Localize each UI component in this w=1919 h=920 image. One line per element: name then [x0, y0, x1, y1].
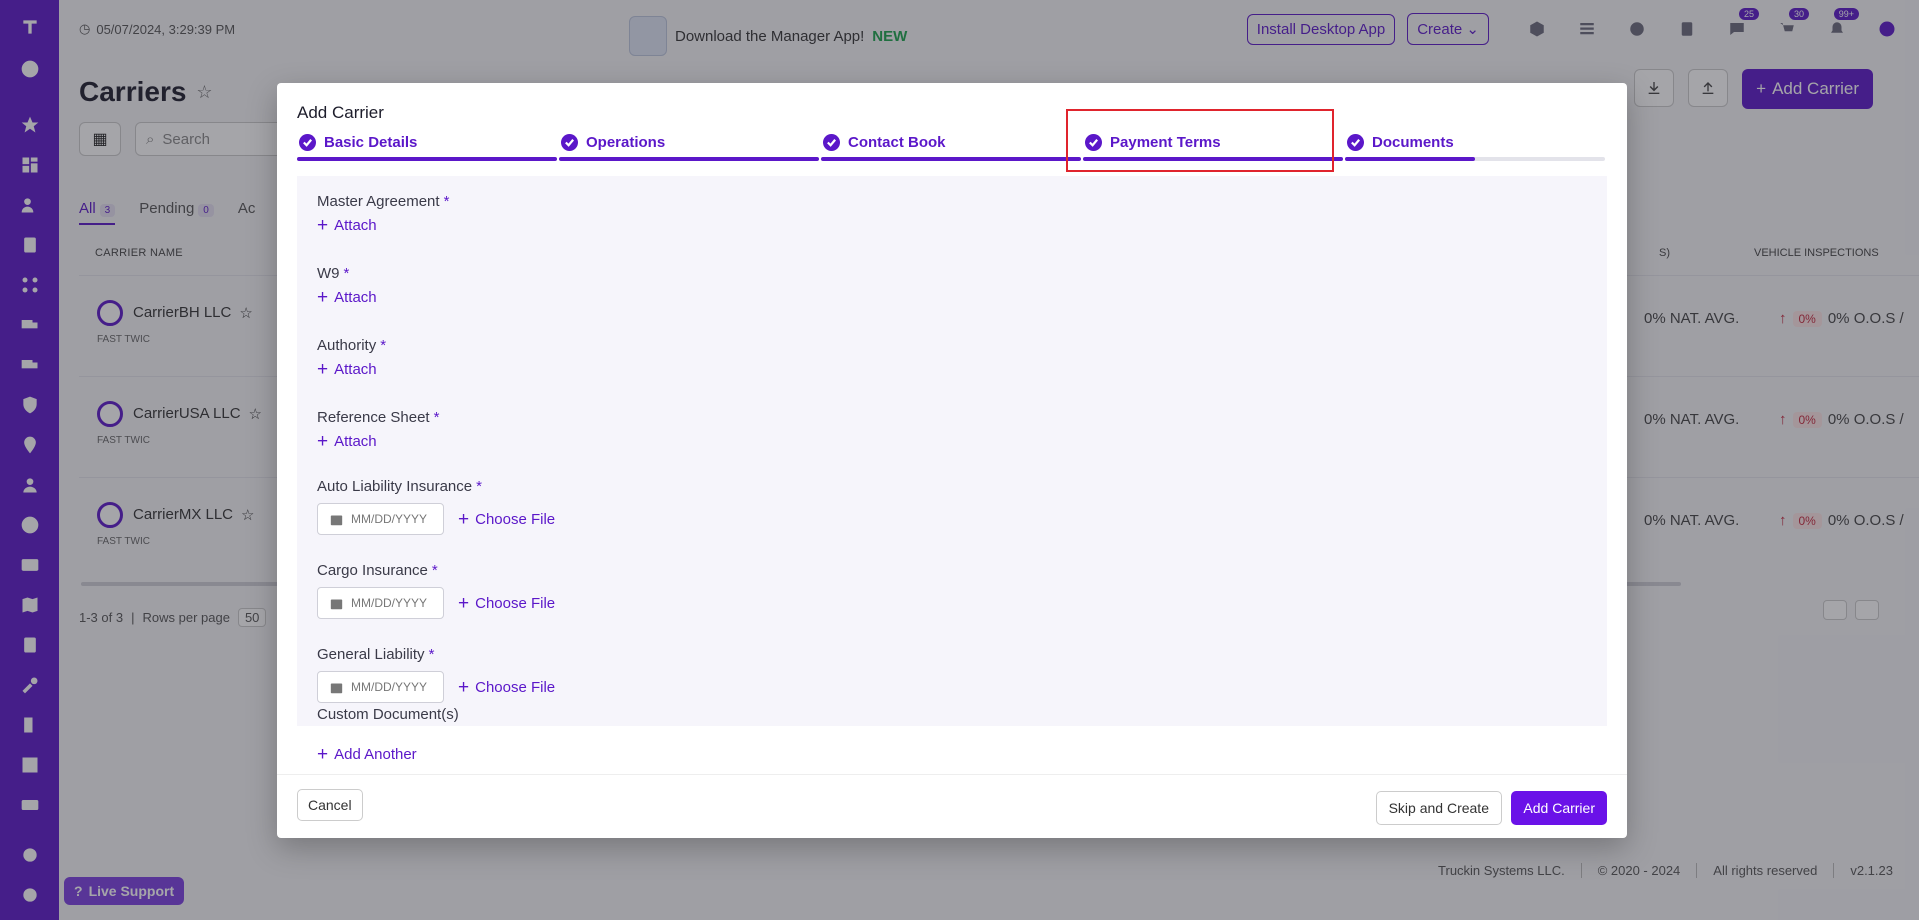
general-liability-choose-file-button[interactable]: + Choose File	[458, 678, 555, 697]
cancel-button[interactable]: Cancel	[297, 789, 363, 821]
attach-reference-sheet-button[interactable]: + Attach	[317, 432, 439, 451]
plus-icon: +	[317, 431, 329, 452]
modal-title: Add Carrier	[297, 103, 384, 122]
plus-icon: +	[317, 215, 329, 236]
plus-icon: +	[458, 508, 470, 530]
attach-authority-button[interactable]: + Attach	[317, 360, 386, 379]
attach-master-agreement-button[interactable]: + Attach	[317, 216, 449, 235]
plus-icon: +	[317, 359, 329, 380]
auto-liability-choose-file-button[interactable]: + Choose File	[458, 510, 555, 529]
reference-sheet-field: Reference Sheet * + Attach	[317, 409, 440, 452]
check-circle-icon	[561, 133, 578, 151]
cargo-date-input[interactable]: MM/DD/YYYY	[317, 587, 444, 619]
add-carrier-modal: Add Carrier Basic Details Operations Con…	[277, 83, 1627, 838]
step-documents[interactable]: Documents	[1345, 131, 1605, 161]
w9-field: W9 * + Attach	[317, 265, 377, 308]
cargo-choose-file-button[interactable]: + Choose File	[458, 594, 555, 613]
master-agreement-field: Master Agreement * + Attach	[317, 193, 450, 236]
attach-w9-button[interactable]: + Attach	[317, 288, 377, 307]
auto-liability-field: Auto Liability Insurance * MM/DD/YYYY + Ch…	[317, 478, 555, 535]
step-progress-bar	[821, 157, 1081, 161]
auto-liability-date-input[interactable]: MM/DD/YYYY	[317, 503, 444, 535]
check-circle-icon	[1347, 133, 1364, 151]
stepper: Basic Details Operations Contact Book Pa…	[297, 131, 1607, 161]
step-progress-bar	[297, 157, 557, 161]
plus-icon: +	[458, 592, 470, 614]
calendar-icon	[330, 682, 343, 693]
skip-and-create-button[interactable]: Skip and Create	[1375, 791, 1502, 825]
add-carrier-button[interactable]: Add Carrier	[1511, 791, 1607, 825]
step-operations[interactable]: Operations	[559, 131, 819, 161]
general-liability-date-input[interactable]: MM/DD/YYYY	[317, 671, 444, 703]
highlight-box	[1066, 109, 1334, 172]
plus-icon: +	[317, 744, 329, 765]
step-progress-bar	[1345, 157, 1605, 161]
step-progress-bar	[559, 157, 819, 161]
check-circle-icon	[823, 133, 840, 151]
authority-field: Authority * + Attach	[317, 337, 387, 380]
plus-icon: +	[317, 287, 329, 308]
add-another-document-button[interactable]: + Add Another	[317, 745, 417, 764]
modal-footer: Cancel Skip and Create Add Carrier	[277, 774, 1627, 838]
plus-icon: +	[458, 676, 470, 698]
step-contact-book[interactable]: Contact Book	[821, 131, 1081, 161]
cargo-insurance-field: Cargo Insurance * MM/DD/YYYY + Choose File	[317, 562, 555, 619]
calendar-icon	[330, 598, 343, 609]
general-liability-field: General Liability * MM/DD/YYYY + Choose Fi…	[317, 646, 555, 703]
step-basic-details[interactable]: Basic Details	[297, 131, 557, 161]
calendar-icon	[330, 514, 343, 525]
check-circle-icon	[299, 133, 316, 151]
custom-documents-field: Custom Document(s)	[317, 706, 459, 723]
documents-form[interactable]: Master Agreement * + Attach W9 * + Attach Au…	[297, 176, 1607, 726]
